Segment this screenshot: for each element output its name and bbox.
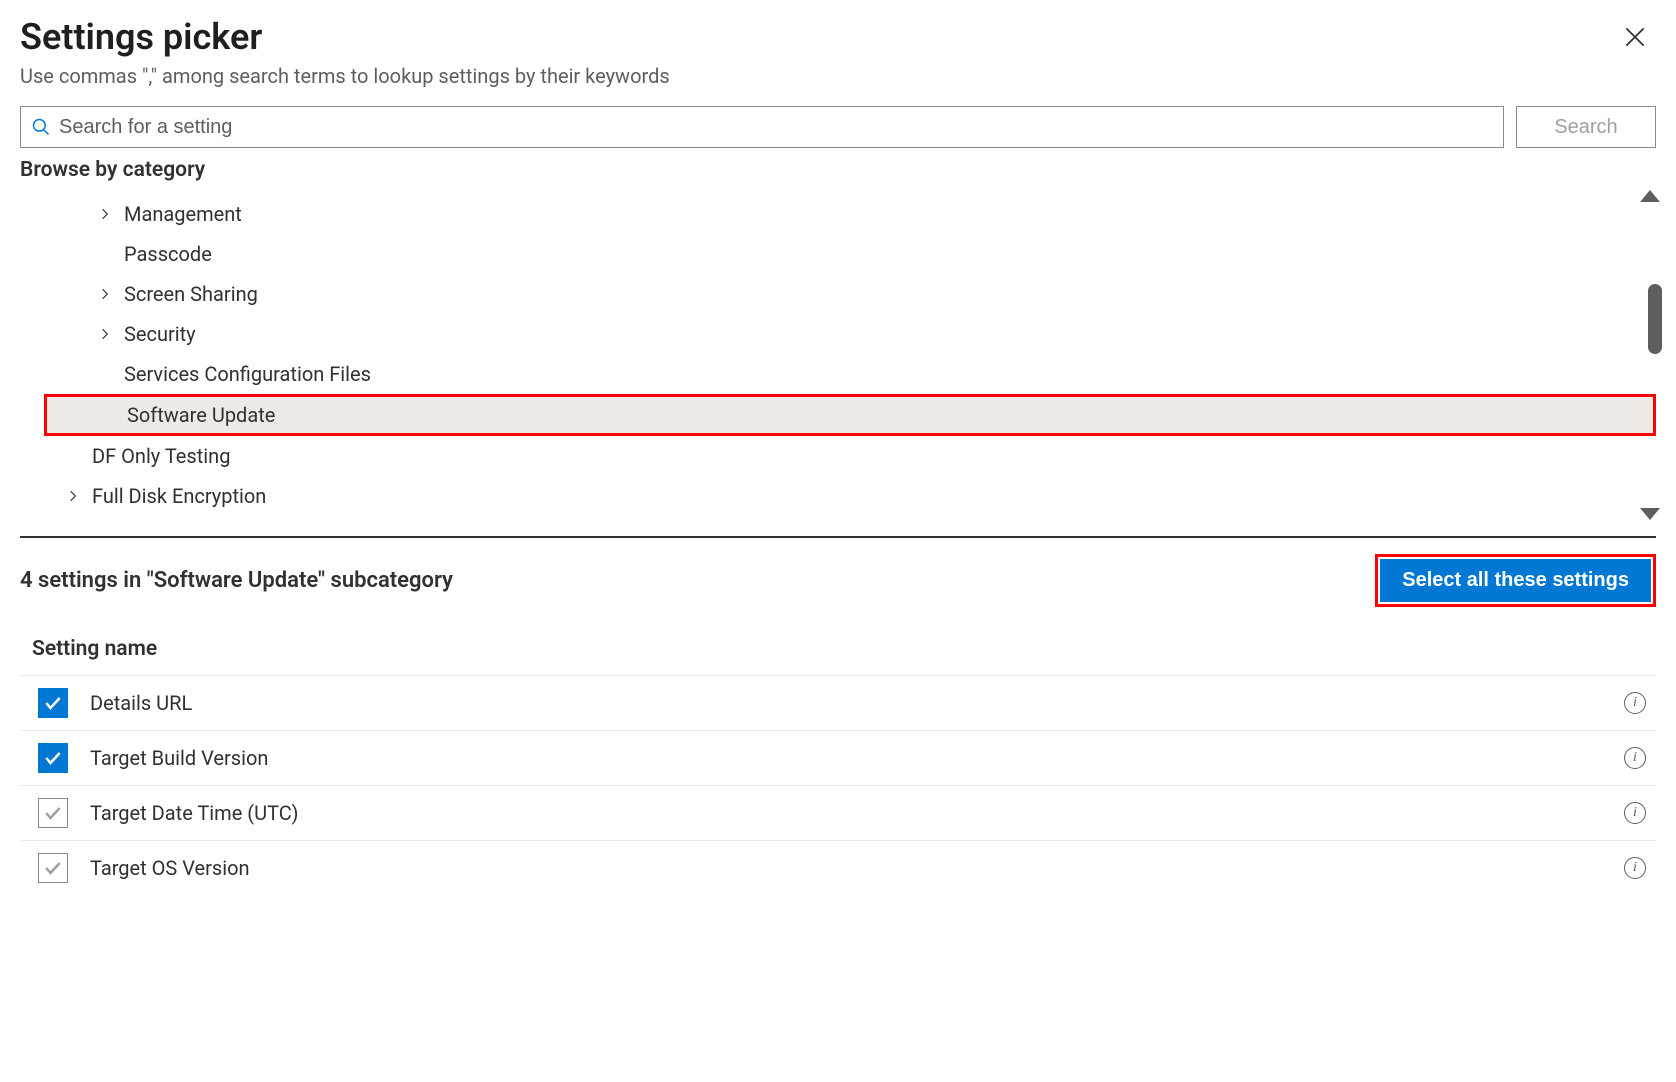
info-icon[interactable]: i: [1624, 692, 1646, 714]
setting-checkbox[interactable]: [38, 688, 68, 718]
category-management[interactable]: Management: [44, 194, 1656, 234]
category-label: DF Only Testing: [92, 444, 230, 468]
column-header-setting-name: Setting name: [20, 631, 1656, 675]
category-label: Security: [124, 322, 196, 346]
setting-name-label: Details URL: [90, 691, 1602, 715]
category-services-config-files[interactable]: Services Configuration Files: [44, 354, 1656, 394]
setting-checkbox[interactable]: [38, 853, 68, 883]
setting-name-label: Target Date Time (UTC): [90, 801, 1602, 825]
category-label: Software Update: [127, 403, 275, 427]
setting-checkbox[interactable]: [38, 743, 68, 773]
setting-row[interactable]: Target Build Version i: [20, 730, 1656, 785]
category-security[interactable]: Security: [44, 314, 1656, 354]
section-divider: [20, 536, 1656, 538]
setting-row[interactable]: Target OS Version i: [20, 840, 1656, 895]
browse-by-category-label: Browse by category: [20, 158, 1656, 182]
category-software-update[interactable]: Software Update: [44, 394, 1656, 436]
category-df-only-testing[interactable]: DF Only Testing: [44, 436, 1656, 476]
search-box[interactable]: [20, 106, 1504, 148]
category-label: Full Disk Encryption: [92, 484, 266, 508]
close-button[interactable]: [1614, 16, 1656, 62]
scroll-down-button[interactable]: [1640, 508, 1660, 520]
search-icon: [31, 117, 51, 137]
select-all-button[interactable]: Select all these settings: [1380, 559, 1651, 602]
setting-name-label: Target Build Version: [90, 746, 1602, 770]
category-label: Services Configuration Files: [124, 362, 371, 386]
setting-checkbox[interactable]: [38, 798, 68, 828]
category-full-disk-encryption[interactable]: Full Disk Encryption: [44, 476, 1656, 516]
category-screen-sharing[interactable]: Screen Sharing: [44, 274, 1656, 314]
setting-row[interactable]: Details URL i: [20, 675, 1656, 730]
checkmark-icon: [43, 748, 63, 768]
category-label: Management: [124, 202, 242, 226]
search-input[interactable]: [59, 116, 1493, 139]
search-button[interactable]: Search: [1516, 106, 1656, 148]
setting-name-label: Target OS Version: [90, 856, 1602, 880]
checkmark-icon: [43, 858, 63, 878]
checkmark-icon: [43, 803, 63, 823]
chevron-right-icon: [98, 327, 112, 341]
category-label: Passcode: [124, 242, 212, 266]
category-passcode[interactable]: Passcode: [44, 234, 1656, 274]
info-icon[interactable]: i: [1624, 802, 1646, 824]
chevron-right-icon: [98, 207, 112, 221]
page-title: Settings picker: [20, 16, 670, 58]
scrollbar-thumb[interactable]: [1648, 284, 1662, 354]
checkmark-icon: [43, 693, 63, 713]
close-icon: [1622, 24, 1648, 50]
category-label: Screen Sharing: [124, 282, 258, 306]
setting-row[interactable]: Target Date Time (UTC) i: [20, 785, 1656, 840]
chevron-right-icon: [98, 287, 112, 301]
subcategory-count-label: 4 settings in "Software Update" subcateg…: [20, 568, 453, 593]
scroll-up-button[interactable]: [1640, 190, 1660, 202]
category-tree: Management Passcode Screen Sharing Secur…: [20, 194, 1656, 516]
page-subtitle: Use commas "," among search terms to loo…: [20, 64, 670, 88]
chevron-right-icon: [66, 489, 80, 503]
info-icon[interactable]: i: [1624, 747, 1646, 769]
info-icon[interactable]: i: [1624, 857, 1646, 879]
